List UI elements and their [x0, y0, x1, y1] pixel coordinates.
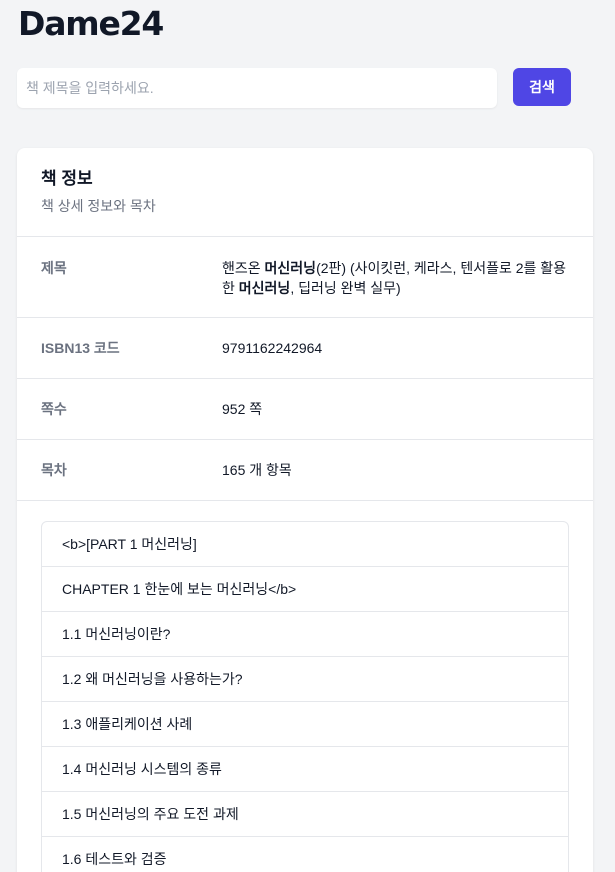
page: Dame24 검색 책 정보 책 상세 정보와 목차 제목 핸즈온 머신러닝(2… [0, 0, 615, 872]
site-logo[interactable]: Dame24 [18, 4, 164, 44]
title-highlight: 머신러닝 [264, 260, 317, 276]
isbn-value: 9791162242964 [222, 340, 323, 356]
toc-count-label: 목차 [41, 462, 67, 478]
toc-section: <b>[PART 1 머신러닝] CHAPTER 1 한눈에 보는 머신러닝</… [17, 501, 593, 872]
info-row-title: 제목 핸즈온 머신러닝(2판) (사이킷런, 케라스, 텐서플로 2를 활용한 … [17, 237, 593, 318]
title-text: , 딥러닝 완벽 실무) [290, 280, 401, 296]
toc-count-value: 165 개 항목 [222, 462, 292, 478]
toc-item: 1.3 애플리케이션 사례 [42, 702, 568, 747]
toc-item: CHAPTER 1 한눈에 보는 머신러닝</b> [42, 567, 568, 612]
info-row-pages: 쪽수 952 쪽 [17, 379, 593, 440]
toc-item: 1.5 머신러닝의 주요 도전 과제 [42, 792, 568, 837]
book-info-card: 책 정보 책 상세 정보와 목차 제목 핸즈온 머신러닝(2판) (사이킷런, … [17, 148, 593, 872]
title-highlight: 머신러닝 [238, 280, 291, 296]
toc-item: 1.2 왜 머신러닝을 사용하는가? [42, 657, 568, 702]
toc-item: <b>[PART 1 머신러닝] [42, 522, 568, 567]
pages-value: 952 쪽 [222, 401, 263, 417]
search-button[interactable]: 검색 [513, 68, 571, 106]
info-row-toc-count: 목차 165 개 항목 [17, 440, 593, 501]
title-text: 핸즈온 [222, 260, 265, 276]
card-subtitle: 책 상세 정보와 목차 [41, 198, 156, 214]
card-title: 책 정보 [41, 169, 93, 188]
isbn-label: ISBN13 코드 [41, 340, 120, 356]
title-label: 제목 [41, 260, 67, 276]
info-row-isbn: ISBN13 코드 9791162242964 [17, 318, 593, 379]
toc-item: 1.4 머신러닝 시스템의 종류 [42, 747, 568, 792]
title-value: 핸즈온 머신러닝(2판) (사이킷런, 케라스, 텐서플로 2를 활용한 머신러… [222, 258, 569, 317]
pages-label: 쪽수 [41, 401, 67, 417]
card-header: 책 정보 책 상세 정보와 목차 [17, 148, 593, 237]
toc-list: <b>[PART 1 머신러닝] CHAPTER 1 한눈에 보는 머신러닝</… [41, 521, 569, 872]
toc-item: 1.6 테스트와 검증 [62, 851, 167, 867]
toc-item: 1.1 머신러닝이란? [42, 612, 568, 657]
search-input[interactable] [17, 68, 497, 108]
